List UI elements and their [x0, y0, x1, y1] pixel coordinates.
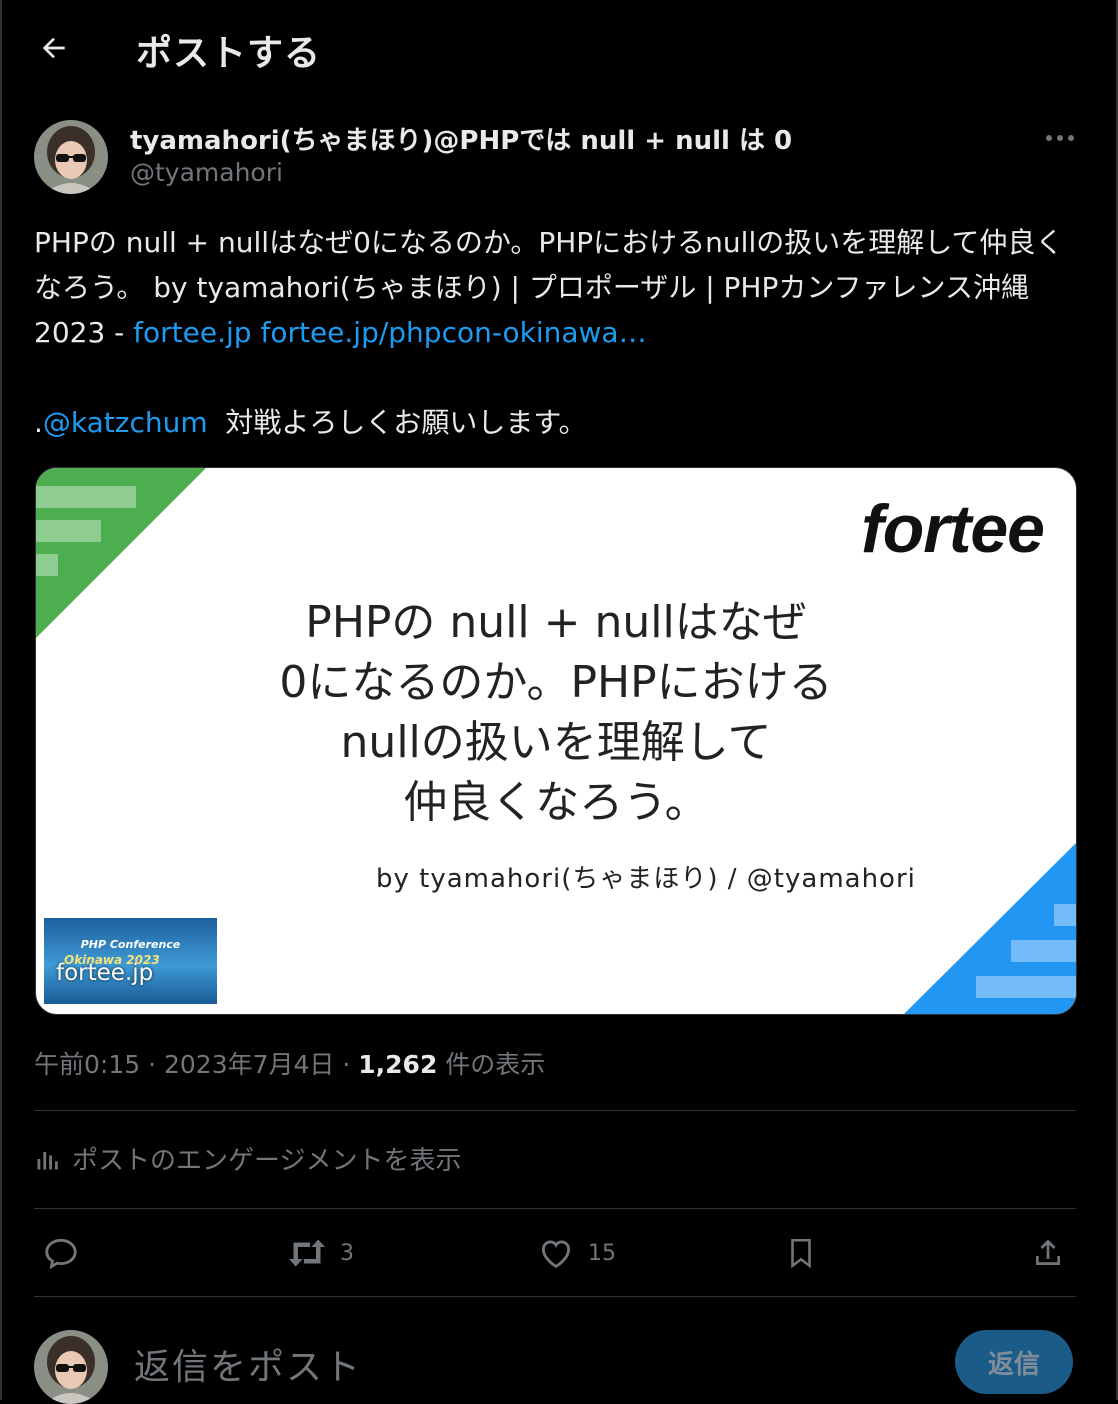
- reply-action[interactable]: [42, 1228, 80, 1278]
- analytics-icon: [37, 1151, 58, 1169]
- author-handle[interactable]: @tyamahori: [130, 158, 283, 187]
- author-avatar[interactable]: [34, 120, 108, 194]
- fortee-logo: fortee: [861, 491, 1045, 567]
- author-name[interactable]: tyamahori(ちゃまほり)@PHPでは null + null は 0: [130, 120, 792, 157]
- card-title-line: PHPの null + nullはなぜ: [305, 597, 807, 648]
- arrow-left-icon: [42, 37, 65, 59]
- avatar-image: [34, 1330, 108, 1404]
- reply-button[interactable]: 返信: [955, 1330, 1073, 1394]
- view-count: 1,262: [358, 1050, 438, 1079]
- post-date[interactable]: 2023年7月4日: [164, 1050, 334, 1079]
- current-user-avatar[interactable]: [34, 1330, 108, 1404]
- reply-icon: [45, 1238, 77, 1270]
- engagement-link[interactable]: ポストのエンゲージメントを表示: [34, 1140, 461, 1177]
- mention-prefix: .: [34, 406, 43, 439]
- header: ポストする: [0, 0, 1118, 98]
- divider: [34, 1110, 1076, 1111]
- like-action[interactable]: 15: [536, 1228, 616, 1278]
- mention-link[interactable]: @katzchum: [43, 406, 208, 439]
- avatar-image: [34, 120, 108, 194]
- like-count: 15: [588, 1240, 616, 1266]
- view-label: 件の表示: [437, 1050, 546, 1079]
- card-title-line: 0になるのか。PHPにおける: [279, 657, 833, 708]
- more-icon: [1046, 135, 1074, 141]
- post-time[interactable]: 午前0:15: [34, 1050, 140, 1079]
- card-title-line: nullの扱いを理解して: [340, 717, 772, 768]
- back-button[interactable]: [30, 24, 78, 72]
- heart-icon: [541, 1240, 571, 1269]
- repost-action[interactable]: 3: [286, 1228, 354, 1278]
- card-byline: by tyamahori(ちゃまほり) / @tyamahori: [376, 864, 916, 894]
- bookmark-icon: [791, 1238, 811, 1269]
- page-title: ポストする: [136, 33, 322, 74]
- divider: [34, 1208, 1076, 1209]
- meta-separator: ·: [334, 1050, 359, 1079]
- share-icon: [1036, 1239, 1060, 1265]
- post-text-suffix: 対戦よろしくお願いします。: [216, 406, 587, 439]
- reply-input[interactable]: 返信をポスト: [134, 1338, 362, 1390]
- post-meta: 午前0:15 · 2023年7月4日 · 1,262 件の表示: [34, 1045, 545, 1081]
- link-card[interactable]: fortee PHPの null + nullはなぜ 0になるのか。PHPにおけ…: [35, 467, 1077, 1015]
- divider: [34, 1296, 1076, 1297]
- card-title-line: 仲良くなろう。: [403, 777, 709, 828]
- card-title: PHPの null + nullはなぜ 0になるのか。PHPにおける nullの…: [96, 593, 1016, 833]
- share-action[interactable]: [1030, 1228, 1066, 1278]
- repost-count: 3: [340, 1240, 354, 1266]
- engagement-label: ポストのエンゲージメントを表示: [72, 1146, 462, 1176]
- card-domain: fortee.jp: [56, 960, 154, 986]
- bookmark-action[interactable]: [784, 1228, 818, 1278]
- repost-icon: [289, 1239, 325, 1267]
- post-link-domain[interactable]: fortee.jp: [133, 316, 251, 349]
- thumb-title: PHP Conference: [80, 938, 181, 951]
- post-text: PHPの null + nullはなぜ0になるのか。PHPにおけるnullの扱い…: [34, 220, 1084, 445]
- more-button[interactable]: [1036, 122, 1084, 154]
- meta-separator: ·: [140, 1050, 164, 1079]
- post-link-url[interactable]: fortee.jp/phpcon-okinawa…: [260, 316, 646, 349]
